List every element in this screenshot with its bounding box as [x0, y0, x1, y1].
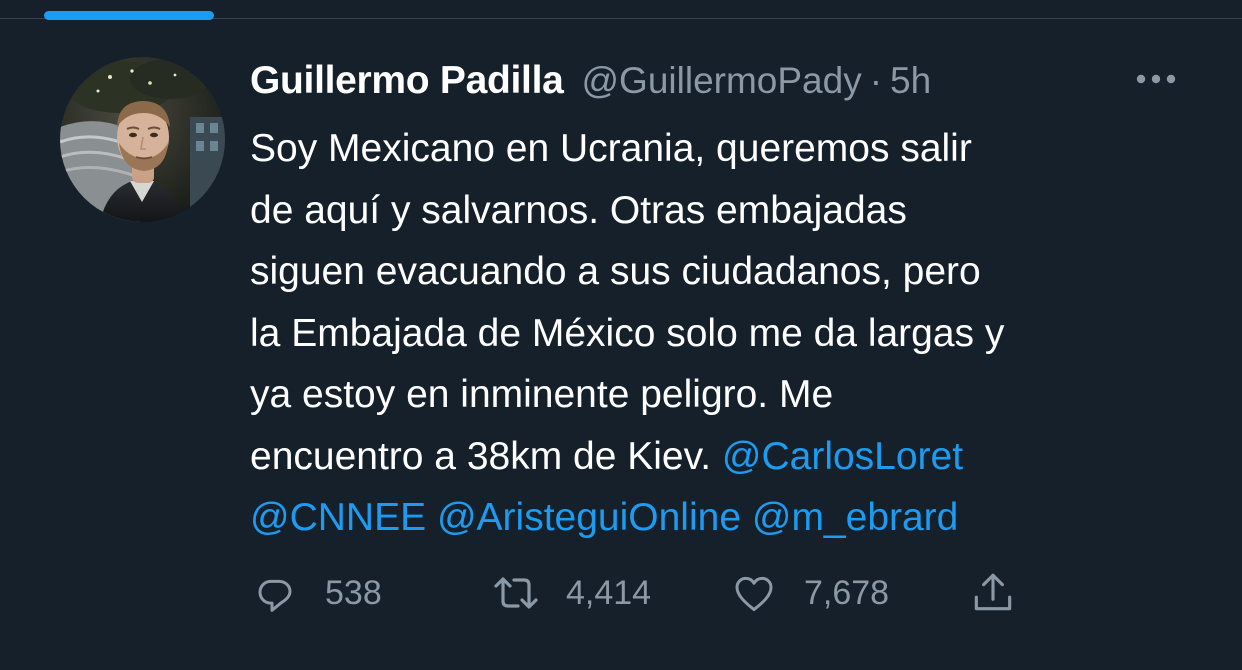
tweet-text-line: encuentro a 38km de Kiev. @CarlosLoret [250, 426, 1210, 488]
avatar[interactable] [60, 57, 225, 222]
author-display-name[interactable]: Guillermo Padilla [250, 59, 564, 103]
share-button[interactable] [968, 566, 1018, 620]
like-count: 7,678 [804, 573, 890, 612]
author-handle[interactable]: @GuillermoPady [582, 60, 862, 102]
tweet-timestamp[interactable]: 5h [890, 60, 931, 102]
reply-count: 538 [325, 573, 382, 612]
header-separator: · [869, 60, 883, 101]
share-icon [974, 573, 1012, 611]
more-options-button[interactable] [1128, 62, 1184, 96]
tweet-header: Guillermo Padilla @GuillermoPady · 5h [250, 56, 931, 106]
mention-link[interactable]: @CarlosLoret [722, 435, 963, 478]
tweet-page: Guillermo Padilla @GuillermoPady · 5h So… [0, 0, 1242, 670]
reply-button[interactable]: 538 [251, 566, 382, 620]
tweet-text-line: ya estoy en inminente peligro. Me [250, 364, 1210, 426]
avatar-photo [60, 57, 225, 222]
mention-link[interactable]: @m_ebrard [752, 496, 959, 539]
tweet-text: Soy Mexicano en Ucrania, queremos salir d… [250, 118, 1210, 549]
tweet-text-segment [426, 496, 437, 539]
tweet-text-line: de aquí y salvarnos. Otras embajadas [250, 180, 1210, 242]
retweet-icon [494, 577, 538, 609]
tweet-text-line: siguen evacuando a sus ciudadanos, pero [250, 241, 1210, 303]
active-tab-indicator [44, 11, 214, 20]
reply-icon [258, 579, 292, 612]
tweet-text-segment: encuentro a 38km de Kiev. [250, 434, 722, 478]
retweet-button[interactable]: 4,414 [490, 566, 651, 620]
more-horizontal-icon [1136, 74, 1176, 84]
tweet-text-segment: de aquí y salvarnos. Otras embajadas [250, 188, 907, 232]
tweet-text-segment: Soy Mexicano en Ucrania, queremos salir [250, 127, 972, 170]
mention-link[interactable]: @CNNEE [250, 496, 426, 539]
tweet-text-line: Soy Mexicano en Ucrania, queremos salir [250, 118, 1210, 180]
heart-icon [735, 576, 773, 612]
tweet-text-segment: ya estoy en inminente peligro. Me [250, 373, 834, 416]
tweet-text-segment: siguen evacuando a sus ciudadanos, pero [250, 250, 981, 293]
tweet-text-segment [741, 496, 752, 539]
retweet-count: 4,414 [566, 573, 652, 612]
tweet-text-line: @CNNEE @AristeguiOnline @m_ebrard [250, 487, 1210, 549]
mention-link[interactable]: @AristeguiOnline [437, 496, 741, 539]
like-button[interactable]: 7,678 [730, 566, 889, 620]
tweet-text-segment: la Embajada de México solo me da largas … [250, 311, 1005, 355]
tweet-text-line: la Embajada de México solo me da largas … [250, 303, 1210, 365]
